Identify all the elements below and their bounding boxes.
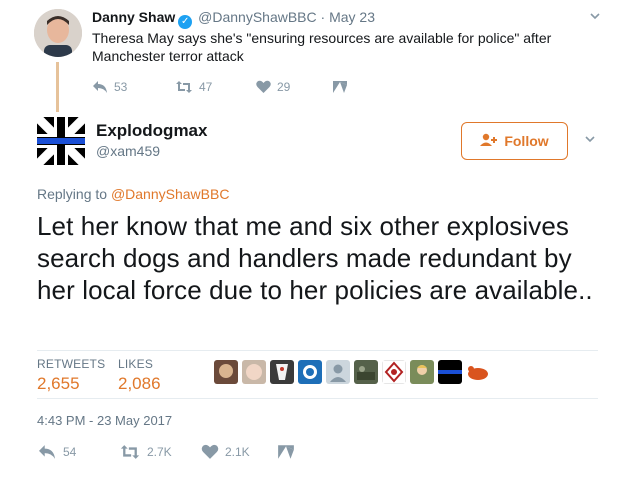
- follow-person-icon: [480, 133, 498, 150]
- message-icon: [277, 444, 295, 460]
- reply-button[interactable]: 54: [37, 444, 76, 460]
- heart-icon: [256, 80, 271, 94]
- retweet-icon: [175, 80, 193, 94]
- thread-connector: [56, 62, 59, 112]
- chevron-down-icon[interactable]: [584, 132, 596, 150]
- retweet-count: 2.7K: [147, 445, 172, 459]
- liker-avatar[interactable]: [382, 360, 406, 384]
- likes-label: LIKES: [118, 357, 154, 371]
- divider: [37, 398, 598, 399]
- parent-avatar[interactable]: [34, 9, 82, 57]
- retweet-button[interactable]: 47: [175, 80, 212, 94]
- like-button[interactable]: 2.1K: [201, 444, 250, 460]
- liker-avatar[interactable]: [298, 360, 322, 384]
- tweet-timestamp[interactable]: 4:43 PM - 23 May 2017: [37, 413, 172, 428]
- main-action-bar: 54 2.7K 2.1K: [37, 444, 337, 464]
- parent-tweet-text: Theresa May says she's "ensuring resourc…: [92, 30, 552, 64]
- main-author-name[interactable]: Explodogmax: [96, 121, 207, 141]
- parent-action-bar: 53 47 29: [92, 78, 392, 98]
- reply-icon: [92, 80, 108, 94]
- liker-avatar[interactable]: [326, 360, 350, 384]
- parent-date[interactable]: May 23: [329, 9, 375, 25]
- liker-avatar[interactable]: [242, 360, 266, 384]
- follow-button[interactable]: Follow: [461, 122, 568, 160]
- reply-count: 53: [114, 80, 128, 94]
- verified-icon: ✓: [178, 15, 193, 29]
- liker-avatar[interactable]: [214, 360, 238, 384]
- retweet-button[interactable]: 2.7K: [119, 444, 172, 460]
- reply-count: 54: [63, 445, 77, 459]
- likes-stat[interactable]: LIKES 2,086: [118, 357, 161, 394]
- parent-header: Danny Shaw ✓ @DannyShawBBC · May 23: [92, 9, 376, 29]
- replying-to-link[interactable]: @DannyShawBBC: [111, 186, 230, 202]
- reply-button[interactable]: 53: [92, 80, 127, 94]
- chevron-down-icon[interactable]: [589, 9, 601, 25]
- retweet-count: 47: [199, 80, 213, 94]
- main-avatar[interactable]: [37, 117, 85, 165]
- replying-prefix: Replying to: [37, 186, 108, 202]
- liker-avatar[interactable]: [410, 360, 434, 384]
- heart-icon: [201, 444, 219, 460]
- like-button[interactable]: 29: [256, 80, 290, 94]
- retweets-value: 2,655: [37, 374, 80, 393]
- liker-avatar[interactable]: [466, 360, 490, 384]
- replying-to: Replying to @DannyShawBBC: [37, 186, 229, 202]
- likes-value: 2,086: [118, 374, 161, 393]
- main-tweet-text: Let her know that me and six other explo…: [37, 211, 593, 305]
- parent-author-handle[interactable]: @DannyShawBBC: [198, 9, 317, 25]
- main-author-handle[interactable]: @xam459: [96, 143, 160, 159]
- message-button[interactable]: [277, 444, 295, 460]
- liker-avatars: [214, 360, 490, 384]
- liker-avatar[interactable]: [270, 360, 294, 384]
- liker-avatar[interactable]: [438, 360, 462, 384]
- retweets-label: RETWEETS: [37, 357, 106, 371]
- retweets-stat[interactable]: RETWEETS 2,655: [37, 357, 105, 394]
- like-count: 2.1K: [225, 445, 250, 459]
- follow-label: Follow: [504, 133, 549, 149]
- like-count: 29: [277, 80, 291, 94]
- parent-author-name[interactable]: Danny Shaw: [92, 9, 175, 25]
- retweet-icon: [119, 444, 141, 460]
- divider: [37, 350, 598, 351]
- message-icon: [332, 80, 348, 94]
- message-button[interactable]: [332, 80, 348, 94]
- reply-icon: [37, 444, 57, 460]
- liker-avatar[interactable]: [354, 360, 378, 384]
